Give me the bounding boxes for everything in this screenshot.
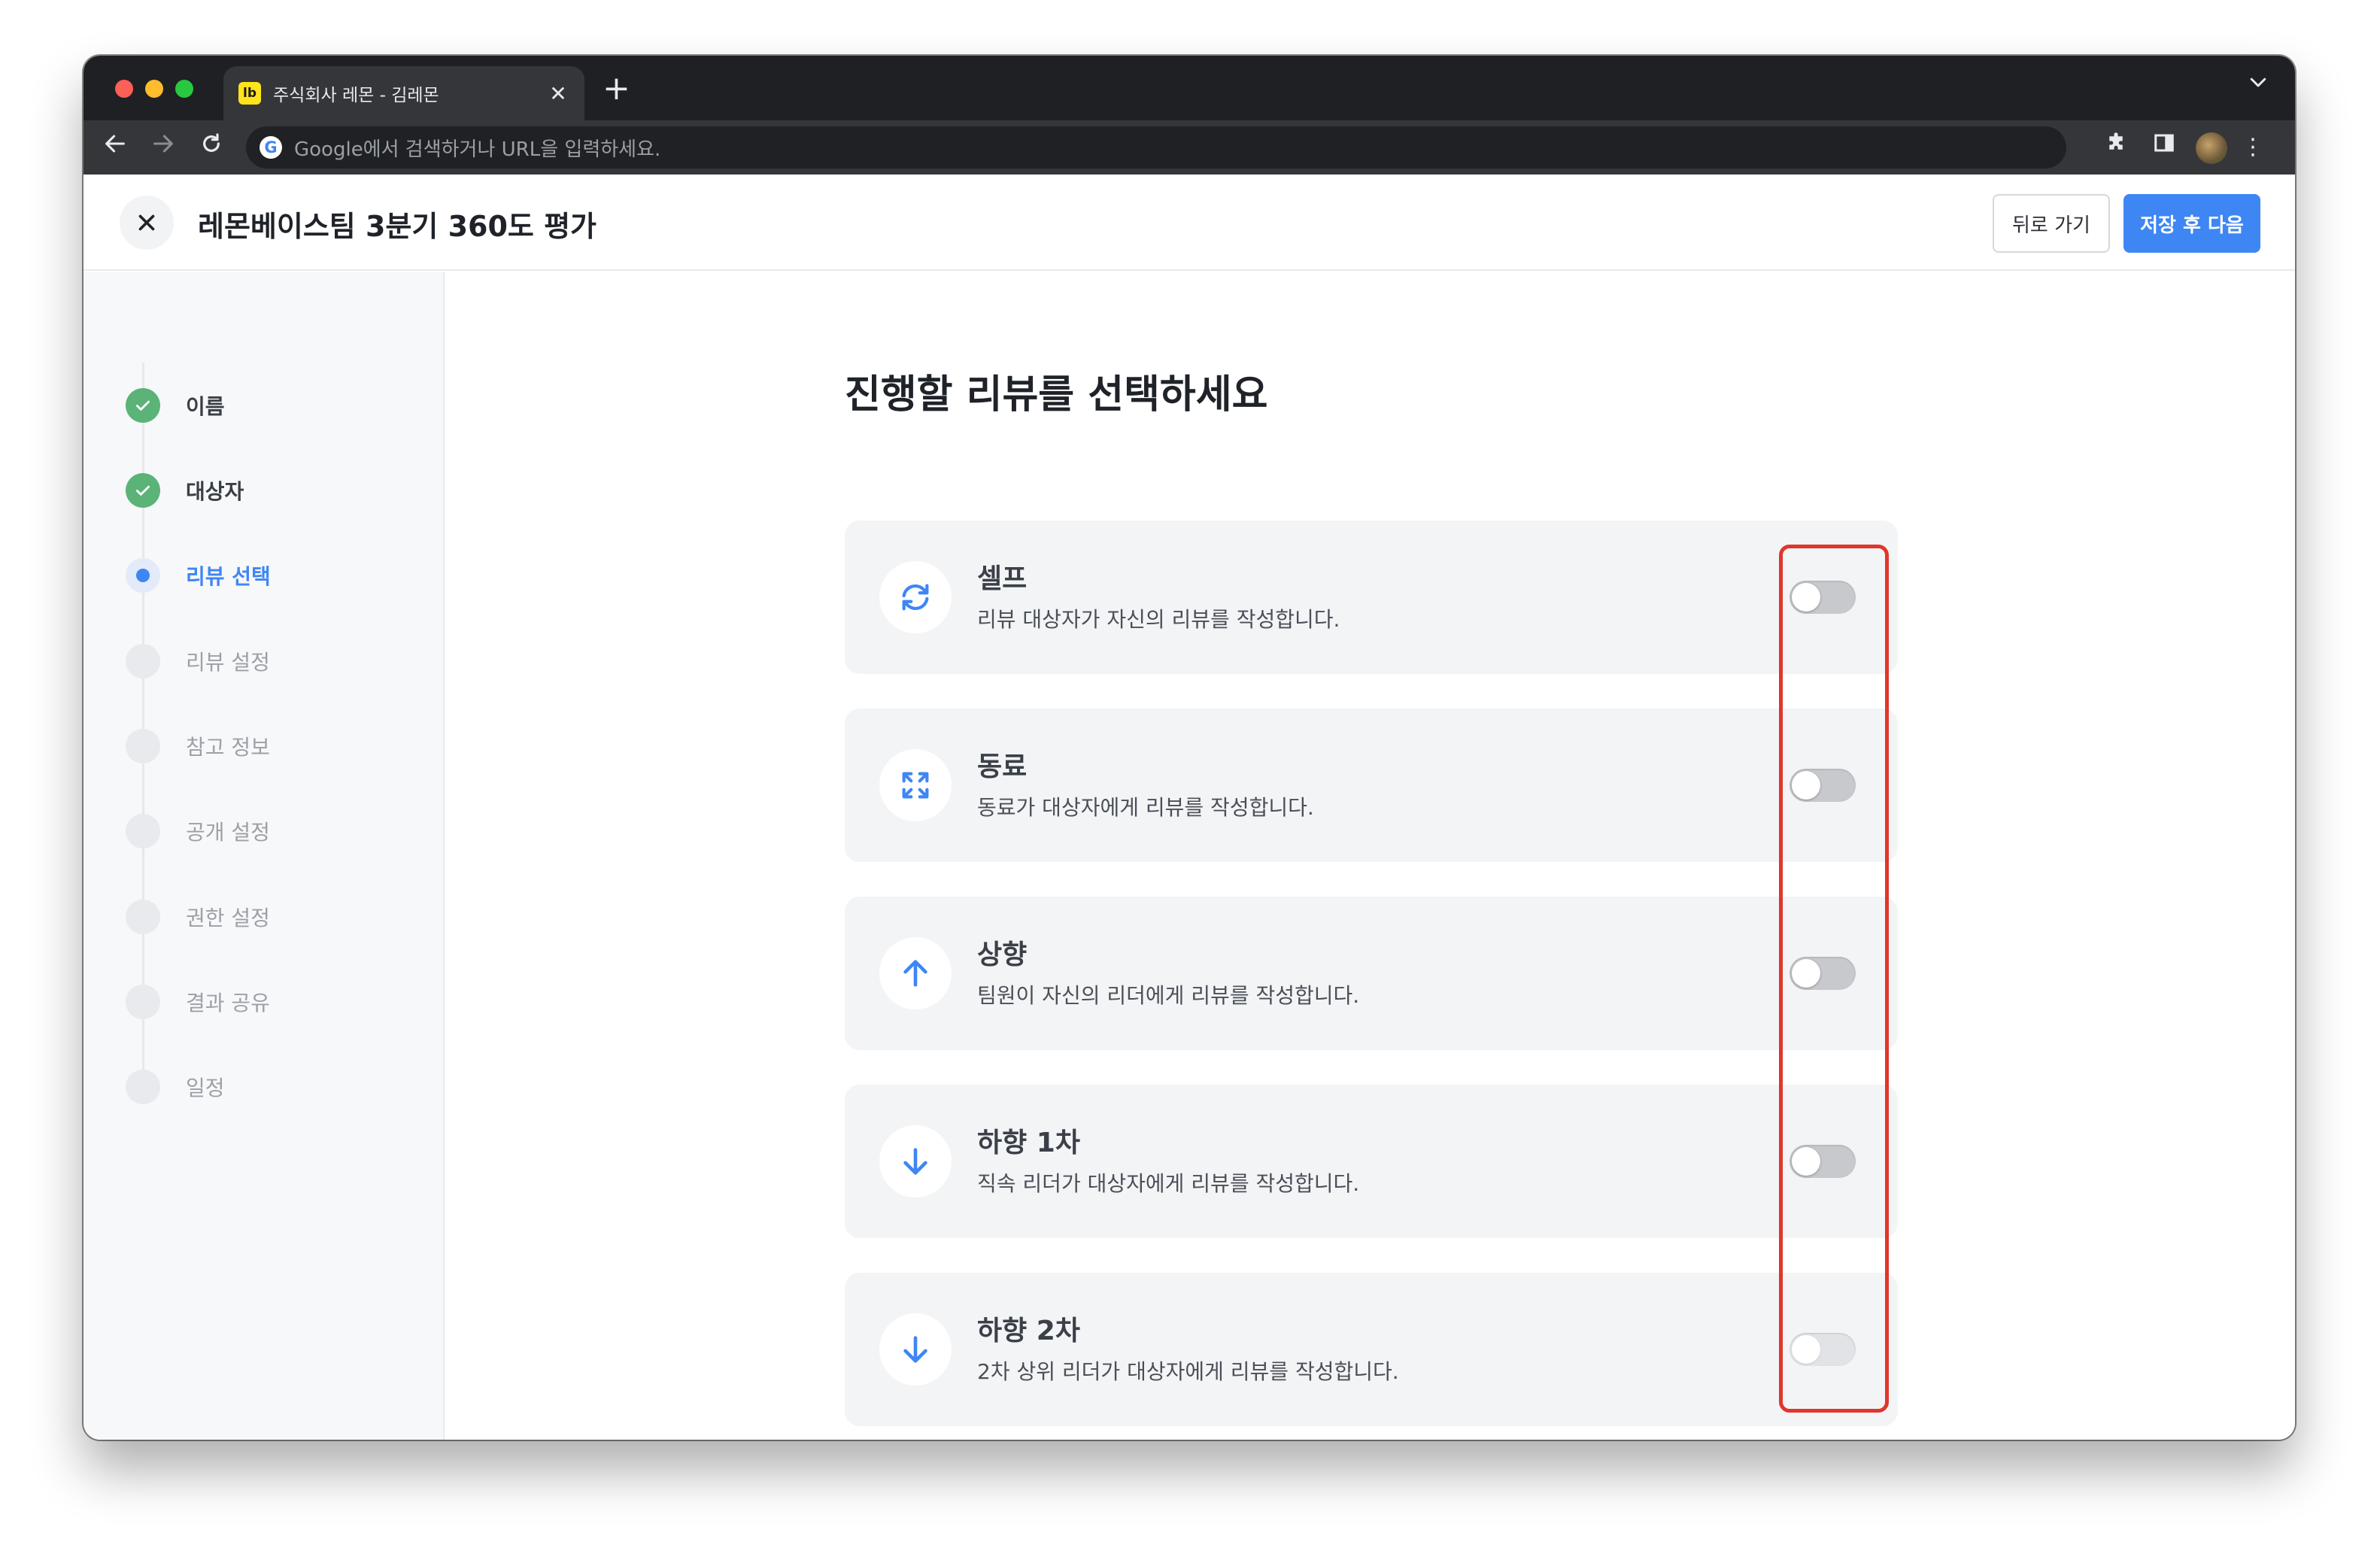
google-icon: G [260,136,282,159]
reload-icon[interactable] [195,131,228,164]
address-placeholder: Google에서 검색하거나 URL을 입력하세요. [294,138,661,161]
back-button[interactable]: 뒤로 가기 [1993,194,2110,253]
sidebar-item-targets[interactable]: 대상자 [126,472,244,509]
review-card-peer: 동료 동료가 대상자에게 리뷰를 작성합니다. [845,709,1898,862]
refresh-icon [879,561,952,633]
address-bar[interactable]: G Google에서 검색하거나 URL을 입력하세요. [246,126,2066,168]
downward-1-review-toggle[interactable] [1790,1145,1856,1178]
browser-toolbar: G Google에서 검색하거나 URL을 입력하세요. ⋮ [83,120,2295,175]
sidebar-item-schedule[interactable]: 일정 [126,1068,225,1106]
sidebar-item-name[interactable]: 이름 [126,387,225,424]
card-description: 2차 상위 리더가 대상자에게 리뷰를 작성합니다. [977,1359,1399,1384]
card-description: 리뷰 대상자가 자신의 리뷰를 작성합니다. [977,607,1340,632]
step-sidebar: 이름 대상자 리뷰 선택 리뷰 설정 참고 정보 공개 설정 권한 설정 결과 … [83,272,445,1440]
card-title: 셀프 [977,563,1028,594]
toggle-knob [1792,959,1820,988]
pending-step-dot-icon [126,900,160,934]
sidebar-item-reference-info[interactable]: 참고 정보 [126,727,270,765]
arrow-down-icon [879,1313,952,1386]
site-favicon-icon: lb [238,82,261,105]
card-title: 동료 [977,751,1028,782]
tab-strip: lb 주식회사 레몬 - 김레몬 ✕ + [83,56,2295,120]
window-zoom-button[interactable] [175,80,193,98]
card-description: 직속 리더가 대상자에게 리뷰를 작성합니다. [977,1171,1360,1196]
sidebar-item-review-settings[interactable]: 리뷰 설정 [126,642,270,680]
step-label: 대상자 [186,479,244,504]
arrow-up-icon [879,937,952,1009]
sidebar-item-visibility-settings[interactable]: 공개 설정 [126,812,270,850]
forward-arrow-icon[interactable] [147,131,180,164]
peer-review-toggle[interactable] [1790,769,1856,802]
step-label: 공개 설정 [186,820,270,845]
browser-tab[interactable]: lb 주식회사 레몬 - 김레몬 ✕ [223,66,584,120]
upward-review-toggle[interactable] [1790,957,1856,990]
review-card-downward-1: 하향 1차 직속 리더가 대상자에게 리뷰를 작성합니다. [845,1085,1898,1238]
pending-step-dot-icon [126,644,160,678]
app-header: 레몬베이스팀 3분기 360도 평가 뒤로 가기 저장 후 다음 [83,175,2295,271]
card-description: 동료가 대상자에게 리뷰를 작성합니다. [977,795,1314,820]
review-card-upward: 상향 팀원이 자신의 리더에게 리뷰를 작성합니다. [845,897,1898,1050]
close-button[interactable] [120,196,174,250]
side-panel-icon[interactable] [2148,131,2181,164]
window-close-button[interactable] [115,80,133,98]
page-title: 레몬베이스팀 3분기 360도 평가 [198,210,597,243]
self-review-toggle[interactable] [1790,581,1856,614]
tab-title: 주식회사 레몬 - 김레몬 [273,86,439,105]
review-card-self: 셀프 리뷰 대상자가 자신의 리뷰를 작성합니다. [845,521,1898,674]
toggle-knob [1792,1335,1820,1364]
sidebar-item-result-sharing[interactable]: 결과 공유 [126,983,270,1021]
save-and-next-button[interactable]: 저장 후 다음 [2123,194,2260,253]
pending-step-dot-icon [126,1070,160,1104]
card-title: 하향 1차 [977,1128,1080,1158]
step-label: 참고 정보 [186,735,270,760]
profile-avatar[interactable] [2196,132,2227,164]
window-minimize-button[interactable] [145,80,163,98]
card-title: 하향 2차 [977,1316,1080,1346]
back-arrow-icon[interactable] [99,131,132,164]
card-description: 팀원이 자신의 리더에게 리뷰를 작성합니다. [977,983,1360,1008]
pending-step-dot-icon [126,814,160,848]
sidebar-item-review-select[interactable]: 리뷰 선택 [126,557,271,594]
puzzle-icon[interactable] [2099,131,2133,164]
browser-window: lb 주식회사 레몬 - 김레몬 ✕ + G Google에서 검색하거나 UR… [83,56,2295,1440]
step-label: 리뷰 설정 [186,650,270,675]
pending-step-dot-icon [126,985,160,1019]
toggle-knob [1792,771,1820,800]
close-icon [138,214,155,231]
kebab-menu-icon[interactable]: ⋮ [2236,131,2269,164]
toggle-knob [1792,583,1820,612]
step-label: 리뷰 선택 [186,564,271,589]
step-label: 일정 [186,1076,225,1100]
toggle-knob [1792,1147,1820,1176]
main-heading: 진행할 리뷰를 선택하세요 [845,372,1268,417]
downward-2-review-toggle[interactable] [1790,1333,1856,1366]
new-tab-button[interactable]: + [603,72,630,105]
expand-icon [879,749,952,821]
check-icon [126,388,160,423]
tab-search-chevron-icon[interactable] [2247,71,2269,99]
pending-step-dot-icon [126,729,160,763]
step-connector-line [142,363,144,1070]
step-label: 이름 [186,394,225,419]
step-label: 권한 설정 [186,906,270,930]
review-card-downward-2: 하향 2차 2차 상위 리더가 대상자에게 리뷰를 작성합니다. [845,1273,1898,1426]
tab-close-icon[interactable]: ✕ [547,81,569,106]
check-icon [126,473,160,508]
card-title: 상향 [977,939,1028,970]
arrow-down-icon [879,1125,952,1197]
active-step-dot-icon [126,558,160,593]
step-label: 결과 공유 [186,991,270,1015]
main-content: 진행할 리뷰를 선택하세요 셀프 리뷰 대상자가 자신의 리뷰를 작성합니다. … [446,272,2295,1440]
sidebar-item-permission-settings[interactable]: 권한 설정 [126,898,270,936]
